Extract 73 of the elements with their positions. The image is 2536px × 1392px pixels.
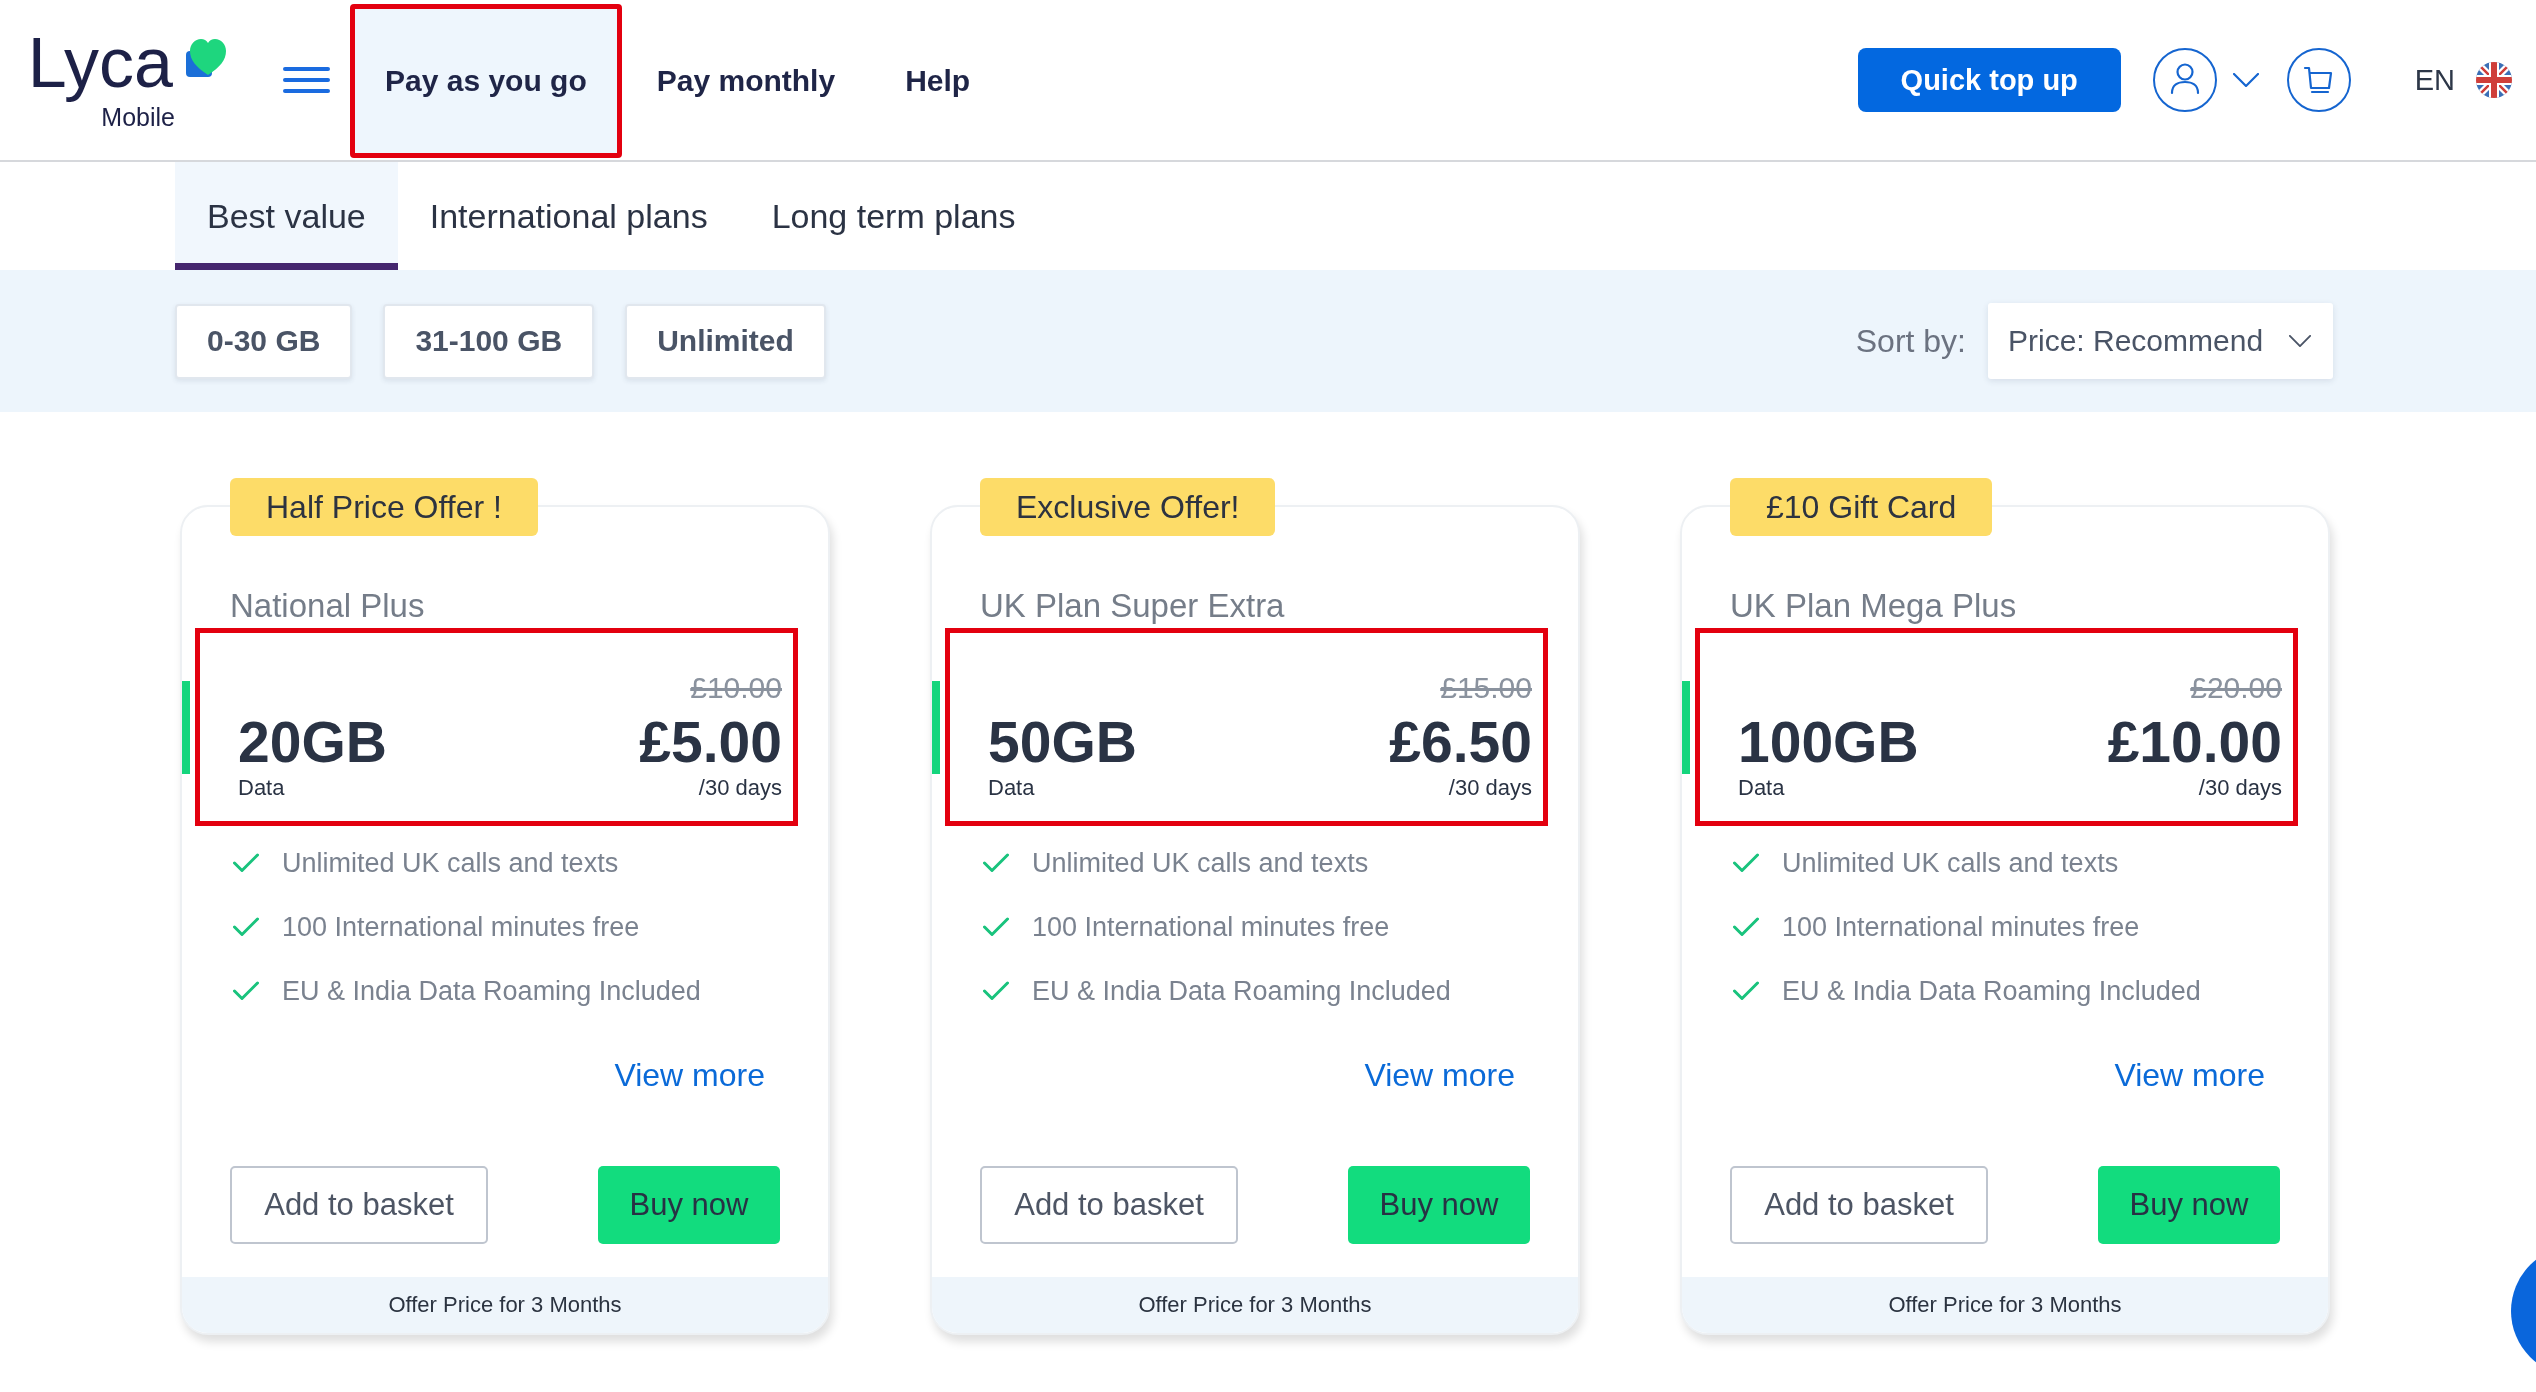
cart-icon[interactable] xyxy=(2286,48,2351,112)
buy-now-button[interactable]: Buy now xyxy=(2098,1166,2280,1244)
sort-label: Sort by: xyxy=(1855,322,1966,360)
plan-name: UK Plan Super Extra xyxy=(980,586,1285,626)
view-more-link[interactable]: View more xyxy=(614,1057,765,1094)
check-icon xyxy=(233,917,259,937)
offer-note: Offer Price for 3 Months xyxy=(1682,1277,2328,1333)
feature-text: Unlimited UK calls and texts xyxy=(282,847,619,879)
add-to-basket-button[interactable]: Add to basket xyxy=(230,1166,488,1244)
data-label: Data xyxy=(1738,775,1785,801)
chevron-down-icon[interactable] xyxy=(2232,73,2259,87)
data-amount: 50GB xyxy=(988,712,1137,772)
offer-note: Offer Price for 3 Months xyxy=(182,1277,828,1333)
logo-wordmark: Lyca xyxy=(26,23,174,103)
nav-link[interactable]: Pay monthly xyxy=(621,4,871,158)
tab[interactable]: Best value xyxy=(175,162,398,270)
price-period: /30 days xyxy=(698,775,782,801)
plan-price: £10.00 xyxy=(2107,712,2282,772)
feature-text: 100 International minutes free xyxy=(1032,911,1390,943)
heart-logo-icon xyxy=(186,37,227,77)
check-icon xyxy=(233,853,259,873)
feature-text: 100 International minutes free xyxy=(1782,911,2140,943)
offer-badge: Exclusive Offer! xyxy=(980,478,1276,536)
feature-text: 100 International minutes free xyxy=(282,911,640,943)
chevron-down-icon[interactable] xyxy=(2289,335,2311,347)
old-price: £10.00 xyxy=(690,672,782,704)
user-icon[interactable] xyxy=(2152,48,2217,112)
sort-dropdown[interactable]: Price: Recommend xyxy=(1988,303,2333,379)
add-to-basket-button[interactable]: Add to basket xyxy=(1730,1166,1988,1244)
logo-tagline: Mobile xyxy=(101,103,175,131)
feature-text: Unlimited UK calls and texts xyxy=(1032,847,1369,879)
nav-link[interactable]: Pay as you go xyxy=(350,4,622,158)
data-label: Data xyxy=(988,775,1035,801)
plan-name: UK Plan Mega Plus xyxy=(1730,586,2017,626)
offer-note: Offer Price for 3 Months xyxy=(932,1277,1578,1333)
buy-now-button[interactable]: Buy now xyxy=(1348,1166,1530,1244)
flag-icon[interactable] xyxy=(2476,62,2512,98)
feature-text: EU & India Data Roaming Included xyxy=(282,975,701,1007)
filter-chip[interactable]: Unlimited xyxy=(625,303,826,379)
data-amount: 20GB xyxy=(238,712,387,772)
check-icon xyxy=(1733,917,1759,937)
language-label[interactable]: EN xyxy=(2414,63,2455,97)
filter-chip[interactable]: 31-100 GB xyxy=(383,303,595,379)
feature-text: EU & India Data Roaming Included xyxy=(1032,975,1451,1007)
check-icon xyxy=(1733,853,1759,873)
check-icon xyxy=(983,981,1009,1001)
check-icon xyxy=(983,917,1009,937)
view-more-link[interactable]: View more xyxy=(2114,1057,2265,1094)
filter-chip[interactable]: 0-30 GB xyxy=(175,303,353,379)
buy-now-button[interactable]: Buy now xyxy=(598,1166,780,1244)
check-icon xyxy=(1733,981,1759,1001)
check-icon xyxy=(983,853,1009,873)
data-amount: 100GB xyxy=(1738,712,1919,772)
check-icon xyxy=(233,981,259,1001)
add-to-basket-button[interactable]: Add to basket xyxy=(980,1166,1238,1244)
quick-top-up-button[interactable]: Quick top up xyxy=(1857,48,2121,112)
view-more-link[interactable]: View more xyxy=(1364,1057,1515,1094)
price-period: /30 days xyxy=(1448,775,1532,801)
plan-name: National Plus xyxy=(230,586,425,626)
feature-text: EU & India Data Roaming Included xyxy=(1782,975,2201,1007)
data-label: Data xyxy=(238,775,285,801)
nav-link[interactable]: Help xyxy=(870,4,1006,158)
offer-badge: Half Price Offer ! xyxy=(230,478,538,536)
tab[interactable]: Long term plans xyxy=(739,162,1048,270)
menu-icon[interactable] xyxy=(283,67,330,93)
price-period: /30 days xyxy=(2198,775,2282,801)
old-price: £15.00 xyxy=(1440,672,1532,704)
feature-text: Unlimited UK calls and texts xyxy=(1782,847,2119,879)
offer-badge: £10 Gift Card xyxy=(1730,478,1993,536)
old-price: £20.00 xyxy=(2190,672,2282,704)
plan-price: £6.50 xyxy=(1389,712,1532,772)
tab[interactable]: International plans xyxy=(397,162,740,270)
plan-price: £5.00 xyxy=(639,712,782,772)
